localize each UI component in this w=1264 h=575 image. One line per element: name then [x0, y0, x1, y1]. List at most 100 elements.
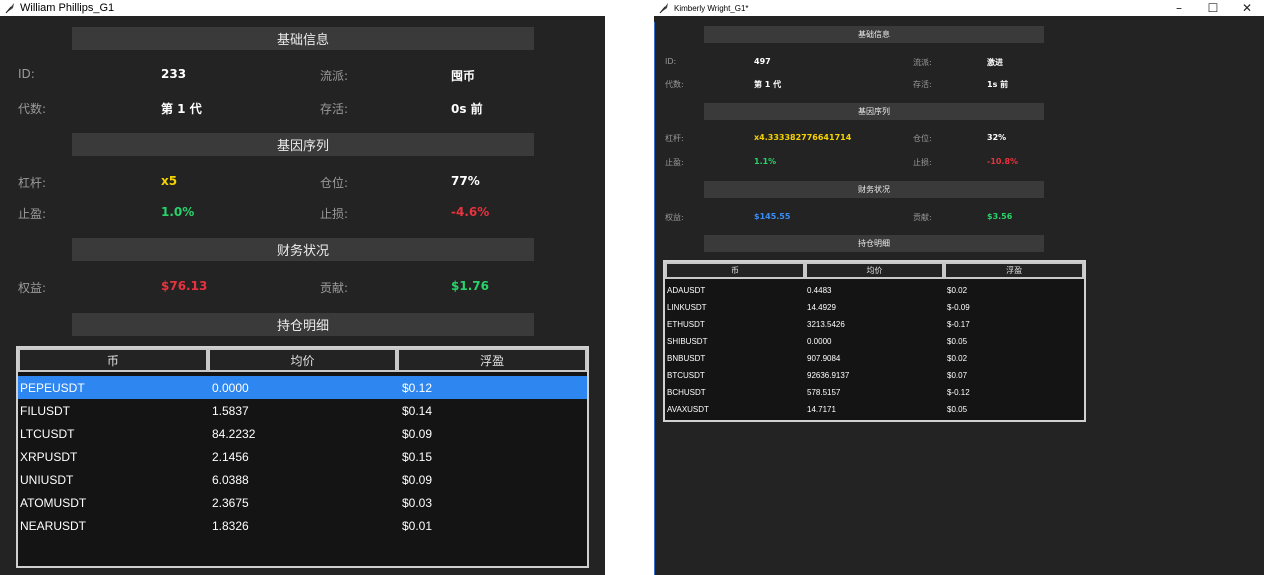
leverage-label: 杠杆:: [18, 176, 47, 190]
position-label: 仓位:: [913, 134, 932, 143]
leverage-label: 杠杆:: [665, 134, 684, 143]
pnl-cell: $0.01: [402, 518, 433, 533]
table-row[interactable]: ATOMUSDT 2.3675 $0.03: [18, 491, 587, 514]
section-header-basic: 基础信息: [704, 26, 1044, 43]
school-label: 流派:: [320, 69, 349, 83]
section-header-holdings: 持仓明细: [704, 235, 1044, 252]
coin-cell: PEPEUSDT: [20, 380, 85, 395]
table-header: 币 均价 浮盈: [665, 262, 1085, 279]
avg-price-cell: 6.0388: [212, 472, 249, 487]
feather-icon: [659, 3, 668, 14]
pnl-cell: $0.03: [402, 495, 433, 510]
id-value: 497: [754, 57, 771, 66]
section-header-finance: 财务状况: [704, 181, 1044, 198]
close-icon[interactable]: ✕: [1230, 0, 1264, 16]
avg-price-cell: 92636.9137: [807, 371, 850, 380]
pnl-cell: $0.09: [402, 426, 433, 441]
table-row[interactable]: LTCUSDT 84.2232 $0.09: [18, 422, 587, 445]
coin-cell: BCHUSDT: [667, 388, 706, 397]
pnl-cell: $-0.12: [947, 388, 970, 397]
take-profit-value: 1.1%: [754, 157, 777, 166]
generation-label: 代数:: [18, 102, 47, 116]
column-header-avg-price[interactable]: 均价: [804, 262, 945, 279]
take-profit-label: 止盈:: [665, 158, 684, 167]
id-label: ID:: [665, 57, 677, 66]
position-value: 77%: [451, 174, 480, 188]
table-row[interactable]: LINKUSDT 14.4929 $-0.09: [665, 299, 1084, 316]
table-row[interactable]: BNBUSDT 907.9084 $0.02: [665, 350, 1084, 367]
coin-cell: ATOMUSDT: [20, 495, 87, 510]
stop-loss-label: 止损:: [913, 158, 932, 167]
contribution-value: $1.76: [451, 279, 489, 293]
leverage-value: x4.333382776641714: [754, 133, 852, 142]
leverage-value: x5: [161, 174, 178, 188]
left-content: 基础信息 ID: 233 流派: 囤币 代数: 第 1 代 存活: 0s 前 基…: [0, 16, 605, 575]
table-row[interactable]: ETHUSDT 3213.5426 $-0.17: [665, 316, 1084, 333]
coin-cell: ETHUSDT: [667, 320, 705, 329]
take-profit-label: 止盈:: [18, 207, 47, 221]
holdings-table[interactable]: 币 均价 浮盈 ADAUSDT 0.4483 $0.02 LINKUSDT 14…: [663, 260, 1086, 422]
left-window: William Phillips_G1 基础信息 ID: 233 流派: 囤币 …: [0, 0, 605, 575]
table-row[interactable]: BTCUSDT 92636.9137 $0.07: [665, 367, 1084, 384]
pnl-cell: $0.05: [947, 405, 968, 414]
column-header-floating-pnl[interactable]: 浮盈: [397, 348, 588, 372]
table-header: 币 均价 浮盈: [18, 348, 588, 372]
school-label: 流派:: [913, 58, 932, 67]
section-header-holdings: 持仓明细: [72, 313, 534, 336]
pnl-cell: $-0.17: [947, 320, 970, 329]
avg-price-cell: 907.9084: [807, 354, 841, 363]
table-row[interactable]: SHIBUSDT 0.0000 $0.05: [665, 333, 1084, 350]
coin-cell: LINKUSDT: [667, 303, 707, 312]
pnl-cell: $0.09: [402, 472, 433, 487]
feather-icon: [5, 3, 14, 14]
avg-price-cell: 84.2232: [212, 426, 256, 441]
contribution-label: 贡献:: [320, 281, 349, 295]
equity-label: 权益:: [18, 281, 47, 295]
pnl-cell: $0.14: [402, 403, 433, 418]
stop-loss-value: -10.8%: [987, 157, 1019, 166]
equity-value: $76.13: [161, 279, 208, 293]
pnl-cell: $0.02: [947, 354, 968, 363]
left-titlebar[interactable]: William Phillips_G1: [0, 0, 605, 16]
holdings-table[interactable]: 币 均价 浮盈 PEPEUSDT 0.0000 $0.12 FILUSDT 1.…: [16, 346, 589, 568]
alive-value: 1s 前: [987, 80, 1009, 89]
coin-cell: SHIBUSDT: [667, 337, 708, 346]
avg-price-cell: 14.7171: [807, 405, 836, 414]
right-titlebar[interactable]: Kimberly Wright_G1* – ☐ ✕: [654, 0, 1264, 16]
avg-price-cell: 0.0000: [212, 380, 249, 395]
position-label: 仓位:: [320, 176, 349, 190]
table-row[interactable]: PEPEUSDT 0.0000 $0.12: [18, 376, 587, 399]
table-row[interactable]: UNIUSDT 6.0388 $0.09: [18, 468, 587, 491]
column-header-coin[interactable]: 币: [18, 348, 208, 372]
table-row[interactable]: XRPUSDT 2.1456 $0.15: [18, 445, 587, 468]
avg-price-cell: 2.3675: [212, 495, 249, 510]
equity-label: 权益:: [665, 213, 684, 222]
stop-loss-label: 止损:: [320, 207, 349, 221]
column-header-avg-price[interactable]: 均价: [207, 348, 398, 372]
table-row[interactable]: BCHUSDT 578.5157 $-0.12: [665, 384, 1084, 401]
avg-price-cell: 1.8326: [212, 518, 249, 533]
coin-cell: BTCUSDT: [667, 371, 705, 380]
minimize-icon[interactable]: –: [1162, 0, 1196, 16]
pnl-cell: $0.05: [947, 337, 968, 346]
position-value: 32%: [987, 133, 1007, 142]
table-row[interactable]: ADAUSDT 0.4483 $0.02: [665, 282, 1084, 299]
alive-label: 存活:: [913, 80, 932, 89]
table-row[interactable]: AVAXUSDT 14.7171 $0.05: [665, 401, 1084, 418]
school-value: 激进: [987, 58, 1003, 67]
column-header-floating-pnl[interactable]: 浮盈: [944, 262, 1085, 279]
equity-value: $145.55: [754, 212, 791, 221]
table-row[interactable]: FILUSDT 1.5837 $0.14: [18, 399, 587, 422]
coin-cell: UNIUSDT: [20, 472, 74, 487]
right-window: Kimberly Wright_G1* – ☐ ✕ 基础信息 ID: 497 流…: [654, 0, 1264, 575]
section-header-finance: 财务状况: [72, 238, 534, 261]
section-header-genes: 基因序列: [72, 133, 534, 156]
coin-cell: ADAUSDT: [667, 286, 706, 295]
avg-price-cell: 578.5157: [807, 388, 841, 397]
table-row[interactable]: NEARUSDT 1.8326 $0.01: [18, 514, 587, 537]
maximize-icon[interactable]: ☐: [1196, 0, 1230, 16]
avg-price-cell: 2.1456: [212, 449, 249, 464]
pnl-cell: $0.15: [402, 449, 433, 464]
alive-label: 存活:: [320, 102, 349, 116]
column-header-coin[interactable]: 币: [665, 262, 805, 279]
